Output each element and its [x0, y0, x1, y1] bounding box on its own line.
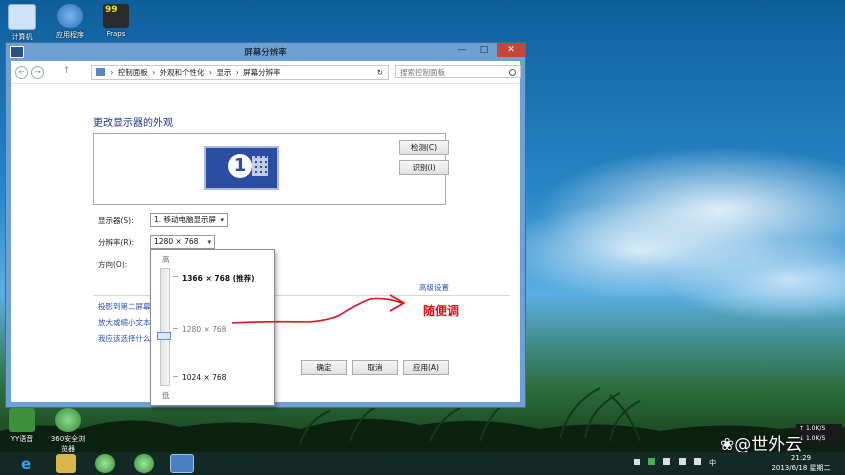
minimize-button[interactable]: — — [451, 43, 473, 57]
tray-security-icon[interactable] — [648, 458, 656, 465]
low-label: 低 — [162, 391, 170, 400]
slider-tick — [173, 276, 178, 277]
tray-chevron-icon[interactable] — [634, 459, 640, 465]
breadcrumb-sep: › — [110, 68, 114, 77]
advanced-settings-link[interactable]: 高级设置 — [419, 282, 449, 293]
ok-button[interactable]: 确定 — [301, 360, 347, 375]
address-bar-row: ← → ↑ › 控制面板 › 外观和个性化 › 显示 › 屏幕分辨率 ↻ 搜索控… — [11, 61, 521, 84]
breadcrumb-sep: › — [235, 68, 239, 77]
monitor-number: 1 — [228, 154, 252, 178]
desktop-icon-fraps[interactable]: 99 Fraps — [96, 4, 136, 38]
breadcrumb-item[interactable]: 外观和个性化 — [160, 68, 205, 77]
display-preview: 1 检测(C) 识别(I) — [93, 133, 449, 205]
clock-time: 21:29 — [790, 454, 812, 462]
desktop-icon-apps[interactable]: 应用程序 — [50, 4, 90, 40]
resolution-option[interactable]: 1024 × 768 — [182, 373, 226, 382]
address-bar[interactable]: › 控制面板 › 外观和个性化 › 显示 › 屏幕分辨率 ↻ — [91, 65, 389, 80]
window-title: 屏幕分辨率 — [244, 48, 287, 58]
project-second-screen-link[interactable]: 投影到第二屏幕 — [98, 301, 151, 312]
resolution-select-value: 1280 × 768 — [154, 237, 199, 246]
monitor-grid-decoration — [252, 156, 268, 176]
up-button[interactable]: ↑ — [61, 66, 72, 77]
close-button[interactable]: ✕ — [497, 43, 525, 57]
desktop-icon-label: 360安全浏览器 — [50, 435, 86, 453]
desktop-icon-label: Fraps — [106, 30, 126, 38]
clock-date: 2013/6/18 星期二 — [771, 464, 831, 472]
apps-icon — [57, 4, 83, 28]
network-speed-meter: ↑ 1.0K/S ↓ 1.0K/S — [796, 424, 842, 446]
computer-icon — [8, 4, 36, 30]
breadcrumb-item[interactable]: 显示 — [216, 68, 231, 77]
desktop-icon-label: 应用程序 — [56, 31, 84, 39]
forward-button[interactable]: → — [31, 66, 44, 79]
breadcrumb-item[interactable]: 控制面板 — [118, 68, 148, 77]
display-settings-taskbar-icon[interactable] — [170, 454, 194, 473]
page-title: 更改显示器的外观 — [93, 118, 173, 129]
ime-indicator[interactable]: 中 — [709, 459, 716, 467]
display-label: 显示器(S): — [98, 216, 134, 225]
tray-network-icon[interactable] — [663, 458, 671, 465]
desktop-icon-yy[interactable]: YY语音 — [2, 408, 42, 444]
fraps-icon: 99 — [103, 4, 129, 28]
help-choose-link[interactable]: 我应该选择什么 — [98, 333, 151, 344]
slider-tick — [173, 328, 178, 329]
chevron-down-icon: ▾ — [207, 238, 211, 246]
resolution-select[interactable]: 1280 × 768 ▾ — [150, 235, 215, 249]
yy-voice-icon — [9, 408, 35, 432]
high-label: 高 — [162, 255, 170, 264]
orientation-label: 方向(O): — [98, 260, 128, 269]
breadcrumb-sep: › — [208, 68, 212, 77]
clock[interactable]: 21:29 2013/6/18 星期二 — [768, 453, 834, 473]
browser-360-taskbar-icon[interactable] — [134, 454, 154, 473]
resolution-option[interactable]: 1280 × 768 — [182, 325, 226, 334]
chevron-down-icon: ▾ — [220, 216, 224, 224]
search-placeholder: 搜索控制面板 — [400, 68, 445, 77]
resolution-label: 分辨率(R): — [98, 238, 135, 247]
display-select[interactable]: 1. 移动电脑显示屏 ▾ — [150, 213, 228, 227]
control-panel-icon — [96, 68, 105, 76]
refresh-icon[interactable]: ↻ — [377, 66, 383, 79]
desktop-icon-label: YY语音 — [10, 435, 34, 443]
tray-volume-icon[interactable] — [678, 458, 686, 465]
maximize-button[interactable]: □ — [473, 43, 495, 57]
identify-button[interactable]: 识别(I) — [399, 160, 449, 175]
search-icon — [509, 69, 516, 76]
resolution-slider-track[interactable] — [160, 268, 170, 386]
cancel-button[interactable]: 取消 — [352, 360, 398, 375]
back-button[interactable]: ← — [15, 66, 28, 79]
annotation-arrow — [231, 294, 406, 324]
text-size-link[interactable]: 放大或缩小文本 — [98, 317, 151, 328]
resolution-option[interactable]: 1366 × 768 (推荐) — [182, 273, 255, 284]
ie-browser-icon[interactable]: e — [18, 454, 38, 473]
browser-360-icon — [55, 408, 81, 432]
upload-speed: 1.0K/S — [805, 425, 826, 432]
detect-button[interactable]: 检测(C) — [399, 140, 449, 155]
resolution-settings-panel: 更改显示器的外观 1 检测(C) 识别(I) 显示器(S): 1. 移动电脑显示… — [11, 84, 520, 406]
browser-360-taskbar-icon[interactable] — [95, 454, 115, 473]
slider-tick — [173, 376, 178, 377]
monitor-icon[interactable]: 1 — [204, 146, 279, 190]
tray-flag-icon[interactable] — [693, 458, 701, 465]
display-select-value: 1. 移动电脑显示屏 — [154, 215, 217, 224]
download-speed: 1.0K/S — [805, 435, 826, 442]
breadcrumb-sep: › — [152, 68, 156, 77]
file-explorer-icon[interactable] — [56, 454, 76, 473]
desktop-icon-360[interactable]: 360安全浏览器 — [48, 408, 88, 454]
taskbar: e 中 21:29 2013/6/18 星期二 — [0, 452, 845, 475]
annotation-text: 随便调 — [423, 304, 460, 318]
apply-button[interactable]: 应用(A) — [403, 360, 449, 375]
desktop-icon-computer[interactable]: 计算机 — [2, 4, 42, 42]
tray-icons[interactable]: 中 — [634, 458, 716, 468]
window-client-area: ← → ↑ › 控制面板 › 外观和个性化 › 显示 › 屏幕分辨率 ↻ 搜索控… — [11, 61, 521, 406]
breadcrumb-item[interactable]: 屏幕分辨率 — [243, 68, 281, 77]
svg-text:e: e — [21, 455, 31, 473]
window-titlebar[interactable]: 屏幕分辨率 — □ ✕ — [6, 43, 525, 61]
desktop-icon-label: 计算机 — [11, 33, 33, 41]
fraps-badge: 99 — [105, 5, 118, 15]
screen-resolution-window: 屏幕分辨率 — □ ✕ ← → ↑ › 控制面板 › 外观和个性化 › 显示 ›… — [5, 42, 526, 408]
resolution-slider-thumb[interactable] — [157, 332, 171, 341]
search-input[interactable]: 搜索控制面板 — [395, 65, 521, 78]
